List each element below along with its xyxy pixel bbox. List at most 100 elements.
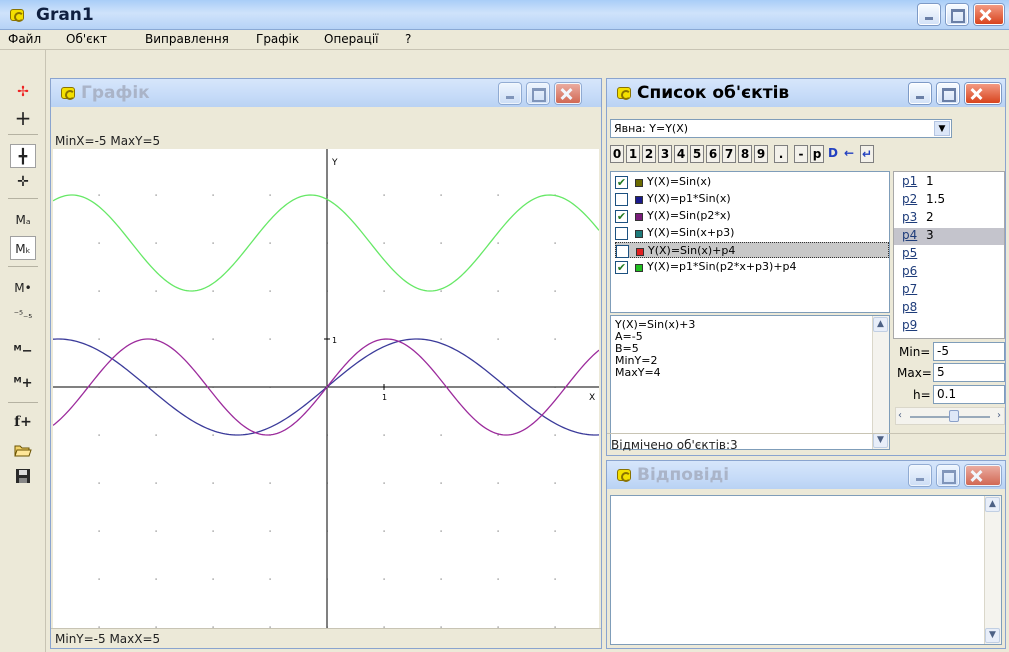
param-row[interactable]: p2 1.5 bbox=[894, 192, 1009, 209]
key-6[interactable]: 6 bbox=[706, 145, 720, 163]
zoom-in-icon[interactable]: ᴹ+ bbox=[10, 372, 36, 396]
object-checkbox[interactable] bbox=[616, 245, 629, 258]
list-item[interactable]: Y(X)=p1*Sin(x) bbox=[615, 191, 887, 207]
open-folder-icon[interactable] bbox=[10, 438, 36, 462]
slider-thumb[interactable] bbox=[949, 410, 959, 422]
axes-shift-icon[interactable]: ╋ bbox=[10, 144, 36, 168]
object-list-maximize-button[interactable] bbox=[937, 83, 959, 104]
object-checkbox[interactable] bbox=[615, 227, 628, 240]
menu-object[interactable]: Об'єкт bbox=[66, 32, 107, 46]
key-3[interactable]: 3 bbox=[658, 145, 672, 163]
param-row[interactable]: p1 1 bbox=[894, 174, 1009, 191]
min-field[interactable]: -5 bbox=[933, 342, 1005, 361]
key-0[interactable]: 0 bbox=[610, 145, 624, 163]
draw-function-icon[interactable]: ✢ bbox=[10, 80, 36, 104]
key-minus[interactable]: - bbox=[794, 145, 808, 163]
answers-title-bar[interactable]: Відповіді bbox=[607, 461, 1005, 489]
chevron-down-icon[interactable]: ▼ bbox=[934, 121, 950, 136]
grid-dot bbox=[383, 434, 385, 436]
key-7[interactable]: 7 bbox=[722, 145, 736, 163]
function-type-value: Явна: Y=Y(X) bbox=[614, 122, 689, 135]
scale-k-icon[interactable]: Mₖ bbox=[10, 236, 36, 260]
graph-close-button[interactable] bbox=[555, 83, 581, 104]
add-function-icon[interactable]: f+ bbox=[10, 410, 36, 434]
list-item[interactable]: Y(X)=Sin(x+p3) bbox=[615, 225, 887, 241]
key-5[interactable]: 5 bbox=[690, 145, 704, 163]
menu-operations[interactable]: Операції bbox=[324, 32, 378, 46]
key-backspace-icon[interactable]: ← bbox=[842, 145, 856, 163]
list-item[interactable]: ✔ Y(X)=p1*Sin(p2*x+p3)+p4 bbox=[615, 259, 887, 275]
details-scrollbar[interactable]: ▲ ▼ bbox=[872, 316, 889, 449]
key-9[interactable]: 9 bbox=[754, 145, 768, 163]
grid-dot bbox=[383, 242, 385, 244]
scroll-down-icon[interactable]: ▼ bbox=[985, 628, 1000, 643]
grid-dot bbox=[383, 194, 385, 196]
slider-left-icon[interactable]: ‹ bbox=[898, 410, 902, 421]
max-field[interactable]: 5 bbox=[933, 363, 1005, 382]
object-checkbox[interactable] bbox=[615, 193, 628, 206]
save-floppy-icon[interactable] bbox=[10, 464, 36, 488]
graph-window-title-bar[interactable]: Графік bbox=[51, 79, 601, 107]
list-item[interactable]: ✔ Y(X)=Sin(x) bbox=[615, 174, 887, 190]
scroll-up-icon[interactable]: ▲ bbox=[873, 317, 888, 332]
grid-dot bbox=[212, 290, 214, 292]
answers-minimize-button[interactable] bbox=[909, 465, 931, 486]
menu-edit[interactable]: Виправлення bbox=[145, 32, 229, 46]
key-8[interactable]: 8 bbox=[738, 145, 752, 163]
grid-dot bbox=[212, 434, 214, 436]
key-enter-icon[interactable]: ↵ bbox=[860, 145, 874, 163]
object-details-box[interactable]: Y(X)=Sin(x)+3 A=-5 B=5 MinY=2 MaxY=4 ▲ ▼ bbox=[610, 315, 890, 450]
scale-point-icon[interactable]: M• bbox=[10, 276, 36, 300]
grid-dot bbox=[98, 194, 100, 196]
param-row-selected[interactable]: p4 3 bbox=[894, 228, 1004, 245]
key-4[interactable]: 4 bbox=[674, 145, 688, 163]
zoom-out-icon[interactable]: ᴹ− bbox=[10, 340, 36, 364]
main-minimize-button[interactable] bbox=[918, 4, 940, 25]
param-row[interactable]: p8 bbox=[894, 300, 1009, 317]
object-list-close-button[interactable] bbox=[965, 83, 1001, 104]
object-checkbox[interactable]: ✔ bbox=[615, 210, 628, 223]
grid-dot bbox=[269, 290, 271, 292]
function-plot[interactable]: X Y 1 1 bbox=[53, 149, 599, 629]
main-maximize-button[interactable] bbox=[946, 4, 968, 25]
key-1[interactable]: 1 bbox=[626, 145, 640, 163]
object-checkbox[interactable]: ✔ bbox=[615, 261, 628, 274]
scale-auto-icon[interactable]: Mₐ bbox=[10, 208, 36, 232]
list-item[interactable]: ✔ Y(X)=Sin(p2*x) bbox=[615, 208, 887, 224]
parameter-slider[interactable]: ‹ › bbox=[895, 407, 1005, 425]
answers-maximize-button[interactable] bbox=[937, 465, 959, 486]
list-item-selected[interactable]: Y(X)=Sin(x)+p4 bbox=[615, 242, 889, 258]
param-row[interactable]: p6 bbox=[894, 264, 1009, 281]
object-label: Y(X)=Sin(x+p3) bbox=[647, 226, 735, 239]
key-derivative[interactable]: D bbox=[826, 145, 840, 163]
param-row[interactable]: p9 bbox=[894, 318, 1009, 335]
key-2[interactable]: 2 bbox=[642, 145, 656, 163]
param-name: p7 bbox=[902, 282, 918, 296]
menu-file[interactable]: Файл bbox=[8, 32, 41, 46]
object-list-title-bar[interactable]: Список об'єктів bbox=[607, 79, 1005, 107]
param-row[interactable]: p7 bbox=[894, 282, 1009, 299]
graph-minimize-button[interactable] bbox=[499, 83, 521, 104]
key-param[interactable]: p bbox=[810, 145, 824, 163]
scroll-up-icon[interactable]: ▲ bbox=[985, 497, 1000, 512]
main-close-button[interactable] bbox=[974, 4, 1004, 25]
answers-scrollbar[interactable]: ▲ ▼ bbox=[984, 496, 1001, 644]
key-dot[interactable]: . bbox=[774, 145, 788, 163]
slider-right-icon[interactable]: › bbox=[997, 410, 1001, 421]
answers-close-button[interactable] bbox=[965, 465, 1001, 486]
main-title-bar[interactable]: Gran1 bbox=[0, 0, 1009, 30]
h-field[interactable]: 0.1 bbox=[933, 385, 1005, 404]
object-list-window: Список об'єктів Явна: Y=Y(X) ▼ 0 1 2 3 4… bbox=[606, 78, 1006, 456]
axes-cross-icon[interactable]: + bbox=[10, 106, 36, 130]
object-checkbox[interactable]: ✔ bbox=[615, 176, 628, 189]
axes-tilt-icon[interactable]: ✛ bbox=[10, 170, 36, 194]
param-row[interactable]: p3 2 bbox=[894, 210, 1009, 227]
menu-help[interactable]: ? bbox=[405, 32, 411, 46]
graph-maximize-button[interactable] bbox=[527, 83, 549, 104]
answers-textbox[interactable]: ▲ ▼ bbox=[610, 495, 1002, 645]
param-row[interactable]: p5 bbox=[894, 246, 1009, 263]
menu-graph[interactable]: Графік bbox=[256, 32, 299, 46]
function-type-select[interactable]: Явна: Y=Y(X) ▼ bbox=[610, 119, 952, 138]
grid-scale-icon[interactable]: ⁻⁵₋₅ bbox=[10, 304, 36, 328]
object-list-minimize-button[interactable] bbox=[909, 83, 931, 104]
